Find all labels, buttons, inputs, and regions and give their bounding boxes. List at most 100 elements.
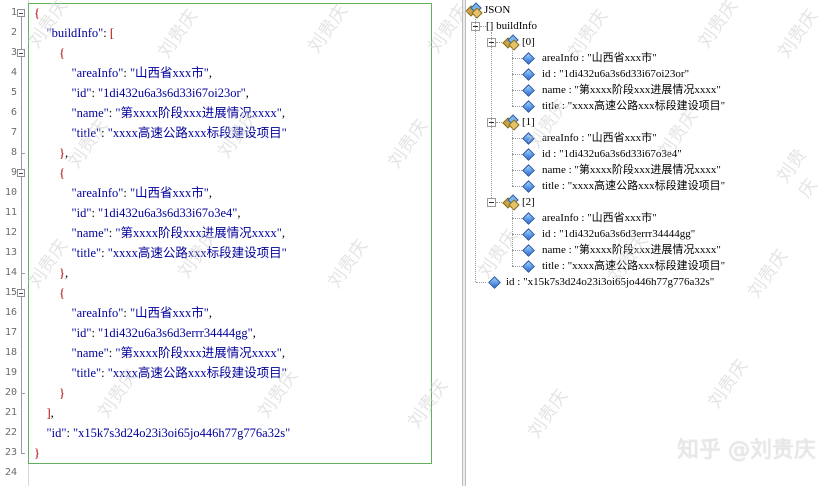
tree-property-node[interactable]: name : "第xxxx阶段xxx进展情况xxxx" [542,242,721,258]
code-line[interactable]: "areaInfo": "山西省xxx市", [34,63,213,83]
code-line[interactable]: "areaInfo": "山西省xxx市", [34,303,213,323]
tree-item-node[interactable]: [0] [522,34,535,50]
line-number: 23 [4,447,17,458]
property-icon [522,132,535,145]
code-line[interactable]: "title": "xxxx高速公路xxx标段建设项目" [34,243,287,263]
code-line[interactable]: "name": "第xxxx阶段xxx进展情况xxxx", [34,103,285,123]
line-number: 14 [4,267,17,278]
tree-connector [512,90,522,91]
tree-root-label[interactable]: JSON [484,2,510,18]
code-line[interactable]: "buildInfo": [ [34,23,115,43]
code-line[interactable]: "id": "x15k7s3d24o23i3oi65jo446h77g776a3… [34,423,291,443]
code-line[interactable]: "name": "第xxxx阶段xxx进展情况xxxx", [34,343,285,363]
code-line[interactable]: "areaInfo": "山西省xxx市", [34,183,213,203]
code-line[interactable]: { [34,43,65,63]
tree-property-node[interactable]: areaInfo : "山西省xxx市" [542,50,657,66]
fold-toggle-icon[interactable] [17,49,25,57]
tree-item-node[interactable]: [2] [522,194,535,210]
tree-connector [512,138,522,139]
json-root-icon [465,2,483,19]
code-line[interactable]: "name": "第xxxx阶段xxx进展情况xxxx", [34,223,285,243]
tree-property-node[interactable]: title : "xxxx高速公路xxx标段建设项目" [542,98,725,114]
tree-property-node[interactable]: id : "x15k7s3d24o23i3oi65jo446h77g776a32… [506,274,714,290]
json-tree-view[interactable]: JSON[] buildInfo [0] areaInfo : "山西省xxx市" i… [465,0,832,486]
line-number: 12 [4,227,17,238]
line-number: 22 [4,427,17,438]
code-line[interactable]: "id": "1di432u6a3s6d33i67o3e4", [34,203,241,223]
fold-toggle-icon[interactable] [17,289,25,297]
code-line[interactable]: "id": "1di432u6a3s6d3errr34444gg", [34,323,256,343]
fold-end-marker [21,453,25,454]
line-number: 21 [4,407,17,418]
tree-connector [475,16,476,282]
property-icon [522,228,535,241]
tree-property-node[interactable]: title : "xxxx高速公路xxx标段建设项目" [542,258,725,274]
line-number-gutter: 1 2 3 4 5 6 7 8 9 10 11 12 13 14 15 16 17 18 19 20 21 22 23 24 [0,0,29,486]
line-number: 9 [10,167,17,178]
line-number: 3 [10,47,17,58]
fold-end-marker [21,393,25,394]
tree-property-node[interactable]: id : "1di432u6a3s6d33i67o3e4" [542,146,682,162]
property-icon [522,68,535,81]
tree-connector [512,170,522,171]
line-number: 20 [4,387,17,398]
code-line[interactable]: } [34,443,40,463]
tree-connector [512,128,513,186]
property-icon [522,148,535,161]
line-number: 15 [4,287,17,298]
tree-connector [512,234,522,235]
tree-property-node[interactable]: id : "1di432u6a3s6d3errr34444gg" [542,226,695,242]
tree-property-node[interactable]: title : "xxxx高速公路xxx标段建设项目" [542,178,725,194]
code-line[interactable]: "title": "xxxx高速公路xxx标段建设项目" [34,363,287,383]
object-icon [502,194,520,211]
tree-connector [476,282,486,283]
fold-guide [21,177,22,273]
code-line[interactable]: ], [34,403,54,423]
tree-connector [512,74,522,75]
tree-property-node[interactable]: areaInfo : "山西省xxx市" [542,210,657,226]
line-number: 8 [10,147,17,158]
tree-connector [491,32,492,198]
tree-property-node[interactable]: name : "第xxxx阶段xxx进展情况xxxx" [542,82,721,98]
fold-end-marker [21,153,25,154]
line-number: 5 [10,87,17,98]
json-editor[interactable]: 1 2 3 4 5 6 7 8 9 10 11 12 13 14 15 16 17 18 19 20 21 22 23 24 … [0,0,462,486]
fold-toggle-icon[interactable] [17,9,25,17]
tree-connector [512,250,522,251]
line-number: 7 [10,127,17,138]
tree-property-node[interactable]: name : "第xxxx阶段xxx进展情况xxxx" [542,162,721,178]
fold-toggle-icon[interactable] [17,169,25,177]
fold-guide [21,297,22,393]
collapse-toggle-icon[interactable] [487,198,496,207]
line-number: 16 [4,307,17,318]
line-number: 19 [4,367,17,378]
property-icon [522,164,535,177]
property-icon [522,84,535,97]
line-number: 17 [4,327,17,338]
object-icon [502,114,520,131]
code-line[interactable]: "title": "xxxx高速公路xxx标段建设项目" [34,123,287,143]
tree-property-node[interactable]: id : "1di432u6a3s6d33i67oi23or" [542,66,689,82]
code-line[interactable]: { [34,3,40,23]
tree-connector [512,58,522,59]
tree-array-node[interactable]: [] buildInfo [486,18,537,34]
property-icon [522,212,535,225]
property-icon [522,52,535,65]
tree-property-node[interactable]: areaInfo : "山西省xxx市" [542,130,657,146]
code-line[interactable]: { [34,283,65,303]
code-line[interactable]: }, [34,263,68,283]
property-icon [522,244,535,257]
code-line[interactable]: "id": "1di432u6a3s6d33i67oi23or", [34,83,249,103]
property-icon [522,100,535,113]
code-line[interactable]: { [34,163,65,183]
property-icon [488,276,501,289]
tree-connector [512,218,522,219]
line-number: 10 [4,187,17,198]
line-number: 18 [4,347,17,358]
code-line[interactable]: } [34,383,65,403]
tree-connector [512,154,522,155]
line-number: 1 [10,7,17,18]
property-icon [522,260,535,273]
tree-item-node[interactable]: [1] [522,114,535,130]
code-line[interactable]: }, [34,143,68,163]
